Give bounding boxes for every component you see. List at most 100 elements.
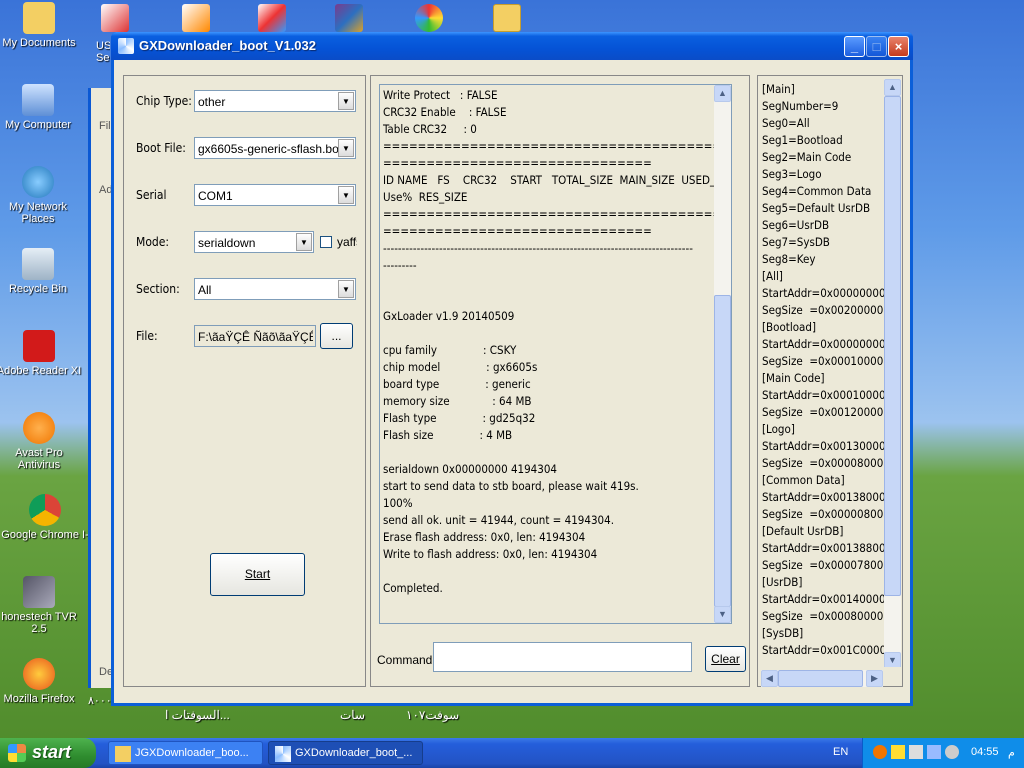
desktop-icon-my-computer[interactable]: My Computer [0,84,83,131]
taskbar: start JGXDownloader_boo... GXDownloader_… [0,738,1024,768]
section-select[interactable]: All ▼ [194,278,356,300]
network-tray-icon[interactable] [909,745,923,759]
windows-logo-icon [8,744,26,762]
desktop-icon-recycle-bin[interactable]: Recycle Bin [0,248,83,295]
serial-label: Serial [136,188,167,202]
monitor-tray-icon[interactable] [927,745,941,759]
file-path-value: F:\ãaŸÇÊ Ñãõ\ãaŸÇÊ I [198,330,313,344]
desktop-icon-my-documents[interactable]: My Documents [0,2,84,49]
chip-type-label: Chip Type: [136,94,192,108]
icon-label: Recycle Bin [8,283,68,295]
chevron-down-icon[interactable]: ▼ [296,233,312,251]
title-bar[interactable]: GXDownloader_boot_V1.032 _ □ × [111,32,913,60]
adobe-reader-icon [23,330,55,362]
config-hscrollbar[interactable]: ◀ ▶ [761,670,883,687]
icon-label: My Computer [4,119,72,131]
app-icon [118,38,134,54]
desktop-icon-firefox[interactable]: Mozilla Firefox [0,658,84,705]
chip-type-value: other [198,95,226,109]
start-button[interactable]: Start [210,553,305,596]
winrar-icon[interactable] [335,4,363,32]
log-output[interactable]: Write Protect : FALSE CRC32 Enable : FAL… [379,84,732,624]
scroll-down-icon[interactable]: ▼ [714,606,731,623]
avast-tray-icon[interactable] [873,745,887,759]
icon-label: My Documents [2,37,76,49]
background-explorer-window[interactable]: Fil Ad Des [88,88,119,688]
scroll-up-icon[interactable]: ▲ [714,85,731,102]
taskbar-item-gxdownloader[interactable]: GXDownloader_boot_... [268,741,423,765]
desktop-icon-chrome[interactable]: Google Chrome I- [0,494,90,541]
file-label: File: [136,329,158,343]
serial-value: COM1 [198,189,233,203]
shapes-icon[interactable] [258,4,286,32]
scroll-down-icon[interactable]: ▼ [884,652,901,667]
section-value: All [198,283,212,297]
config-vscrollbar[interactable]: ▲ ▼ [884,79,901,667]
task-label: GXDownloader_boot_... [295,747,413,759]
scroll-thumb[interactable] [778,670,863,687]
icon-label: My Network Places [8,201,68,225]
system-tray: 04:55 م [862,738,1024,768]
taskbar-item-folder[interactable]: JGXDownloader_boo... [108,741,263,765]
yaffs-label: yaffs [337,235,357,249]
usb-security-icon[interactable] [101,4,129,32]
honestech-icon [23,576,55,608]
file-path-field[interactable]: F:\ãaŸÇÊ Ñãõ\ãaŸÇÊ I [194,325,316,347]
chevron-down-icon[interactable]: ▼ [338,280,354,298]
chip-type-select[interactable]: other ▼ [194,90,356,112]
chip-type-row: Chip Type: other ▼ [136,90,366,112]
icon-label: Adobe Reader XI [0,365,82,377]
desktop-partial-label: السوفتات ا... [165,708,230,722]
clear-button-label: Clear [711,652,740,666]
desktop-partial-label: سوفت١٠٧ [406,708,460,722]
start-button-taskbar[interactable]: start [0,738,96,768]
clear-button[interactable]: Clear [705,646,746,672]
desktop-icon-adobe-reader[interactable]: Adobe Reader XI [0,330,84,377]
security-tray-icon[interactable] [891,745,905,759]
colorful-icon[interactable] [415,4,443,32]
start-label: start [32,742,72,762]
log-panel: Write Protect : FALSE CRC32 Enable : FAL… [370,75,750,687]
scroll-thumb[interactable] [884,96,901,596]
chevron-down-icon[interactable]: ▼ [338,186,354,204]
icon-label: honestech TVR 2.5 [1,611,77,635]
image-icon[interactable] [182,4,210,32]
computer-icon [22,84,54,116]
scroll-left-icon[interactable]: ◀ [761,670,778,687]
desktop-icon-network[interactable]: My Network Places [0,166,83,225]
section-row: Section: All ▼ [136,278,366,300]
yaffs-checkbox[interactable] [320,236,332,248]
speaker-tray-icon[interactable] [945,745,959,759]
maximize-button[interactable]: □ [866,36,887,57]
serial-select[interactable]: COM1 ▼ [194,184,356,206]
log-scrollbar[interactable]: ▲ ▼ [714,85,731,623]
scroll-up-icon[interactable]: ▲ [884,79,901,96]
config-text: [Main] SegNumber=9 Seg0=All Seg1=Bootloa… [762,82,887,657]
desktop-icon-honestech[interactable]: honestech TVR 2.5 [0,576,84,635]
browse-button-label: ... [331,329,342,343]
browse-button[interactable]: ... [320,323,353,349]
command-input[interactable] [433,642,692,672]
minimize-button[interactable]: _ [844,36,865,57]
mode-row: Mode: serialdown ▼ yaffs [136,231,366,253]
network-globe-icon [22,166,54,198]
config-text-area[interactable]: [Main] SegNumber=9 Seg0=All Seg1=Bootloa… [761,79,901,667]
boot-file-select[interactable]: gx6605s-generic-sflash.boo ▼ [194,137,356,159]
file-row: File: F:\ãaŸÇÊ Ñãõ\ãaŸÇÊ I ... [136,323,366,349]
mode-label: Mode: [136,235,170,249]
chevron-down-icon[interactable]: ▼ [338,139,354,157]
folder-icon [115,746,131,762]
close-button[interactable]: × [888,36,909,57]
scroll-thumb[interactable] [714,295,731,607]
scroll-right-icon[interactable]: ▶ [866,670,883,687]
desktop-partial-label: سات [340,708,366,722]
desktop-icon-avast[interactable]: Avast Pro Antivirus [0,412,84,471]
mode-select[interactable]: serialdown ▼ [194,231,314,253]
clock-ampm: م [1008,747,1015,759]
language-indicator[interactable]: EN [833,746,848,758]
chevron-down-icon[interactable]: ▼ [338,92,354,110]
folder-icon[interactable] [493,4,521,32]
clock-time[interactable]: 04:55 [971,746,999,758]
gxdownloader-window[interactable]: GXDownloader_boot_V1.032 _ □ × Chip Type… [111,32,913,706]
start-button-label: Start [244,567,271,581]
